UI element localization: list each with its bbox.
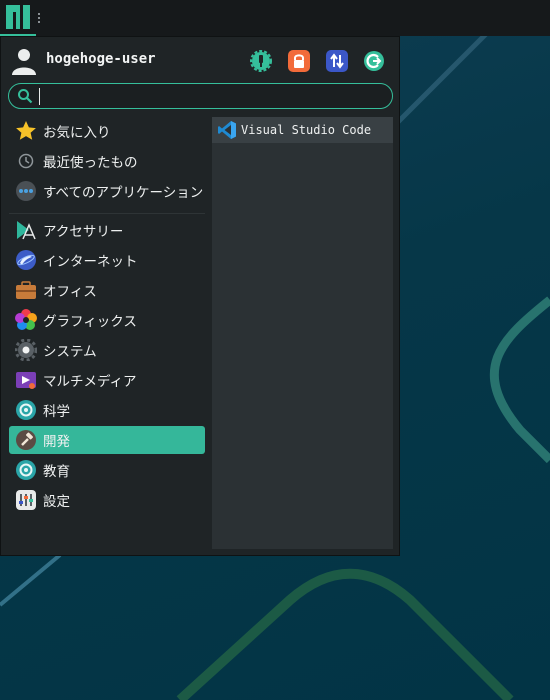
category-label: アクセサリー	[43, 224, 124, 240]
category-multimedia[interactable]: マルチメディア	[9, 366, 205, 394]
category-internet[interactable]: インターネット	[9, 246, 205, 274]
category-all-apps[interactable]: すべてのアプリケーション	[9, 177, 205, 205]
app-item-vscode[interactable]: Visual Studio Code	[212, 117, 393, 143]
category-label: インターネット	[43, 254, 138, 270]
science-icon	[15, 399, 37, 421]
text-cursor	[39, 88, 40, 105]
category-label: システム	[43, 344, 97, 360]
settings-icon	[15, 489, 37, 511]
settings-manager-icon	[250, 50, 272, 72]
application-menu: hogehoge-user お気に入り 最近使ったもの すべてのアプリケーション…	[0, 36, 400, 556]
switch-user-button[interactable]	[326, 50, 348, 72]
panel-drag-handle[interactable]	[38, 13, 44, 23]
category-label: すべてのアプリケーション	[43, 185, 204, 201]
category-label: 最近使ったもの	[43, 155, 138, 171]
manjaro-logo-icon	[6, 5, 30, 29]
category-development[interactable]: 開発	[9, 426, 205, 454]
development-hammer-icon	[15, 429, 37, 451]
app-label: Visual Studio Code	[241, 123, 372, 137]
category-label: 開発	[43, 434, 70, 450]
search-box[interactable]	[8, 83, 393, 109]
graphics-icon	[15, 309, 37, 331]
category-recent[interactable]: 最近使ったもの	[9, 147, 205, 175]
user-header: hogehoge-user	[1, 37, 401, 83]
logout-icon	[364, 51, 384, 71]
user-avatar-icon	[12, 49, 36, 75]
settings-manager-button[interactable]	[250, 50, 272, 72]
menu-launcher-button[interactable]	[0, 0, 36, 36]
internet-icon	[15, 249, 37, 271]
search-icon	[18, 89, 33, 104]
category-label: お気に入り	[43, 125, 111, 141]
category-accessories[interactable]: アクセサリー	[9, 216, 205, 244]
category-system[interactable]: システム	[9, 336, 205, 364]
category-label: マルチメディア	[43, 374, 137, 390]
education-icon	[15, 459, 37, 481]
vscode-icon	[218, 121, 236, 139]
all-apps-icon	[15, 180, 37, 202]
username-label: hogehoge-user	[46, 51, 156, 67]
category-education[interactable]: 教育	[9, 456, 205, 484]
top-panel	[0, 0, 550, 36]
category-label: グラフィックス	[43, 314, 137, 330]
clock-icon	[15, 150, 37, 172]
category-label: オフィス	[43, 284, 97, 300]
lock-screen-button[interactable]	[288, 50, 310, 72]
system-gear-icon	[15, 339, 37, 361]
multimedia-icon	[15, 369, 37, 391]
category-office[interactable]: オフィス	[9, 276, 205, 304]
category-favorites[interactable]: お気に入り	[9, 117, 205, 145]
category-label: 設定	[43, 494, 70, 510]
star-icon	[15, 120, 37, 142]
category-label: 科学	[43, 404, 70, 420]
category-settings[interactable]: 設定	[9, 486, 205, 514]
application-list: Visual Studio Code	[212, 117, 393, 549]
switch-user-icon	[330, 53, 344, 69]
category-label: 教育	[43, 464, 70, 480]
category-divider	[9, 213, 205, 214]
accessories-icon	[15, 219, 37, 241]
logout-button[interactable]	[363, 50, 385, 72]
office-briefcase-icon	[15, 279, 37, 301]
category-graphics[interactable]: グラフィックス	[9, 306, 205, 334]
search-input[interactable]	[39, 86, 383, 108]
category-science[interactable]: 科学	[9, 396, 205, 424]
lock-screen-icon	[294, 54, 304, 68]
